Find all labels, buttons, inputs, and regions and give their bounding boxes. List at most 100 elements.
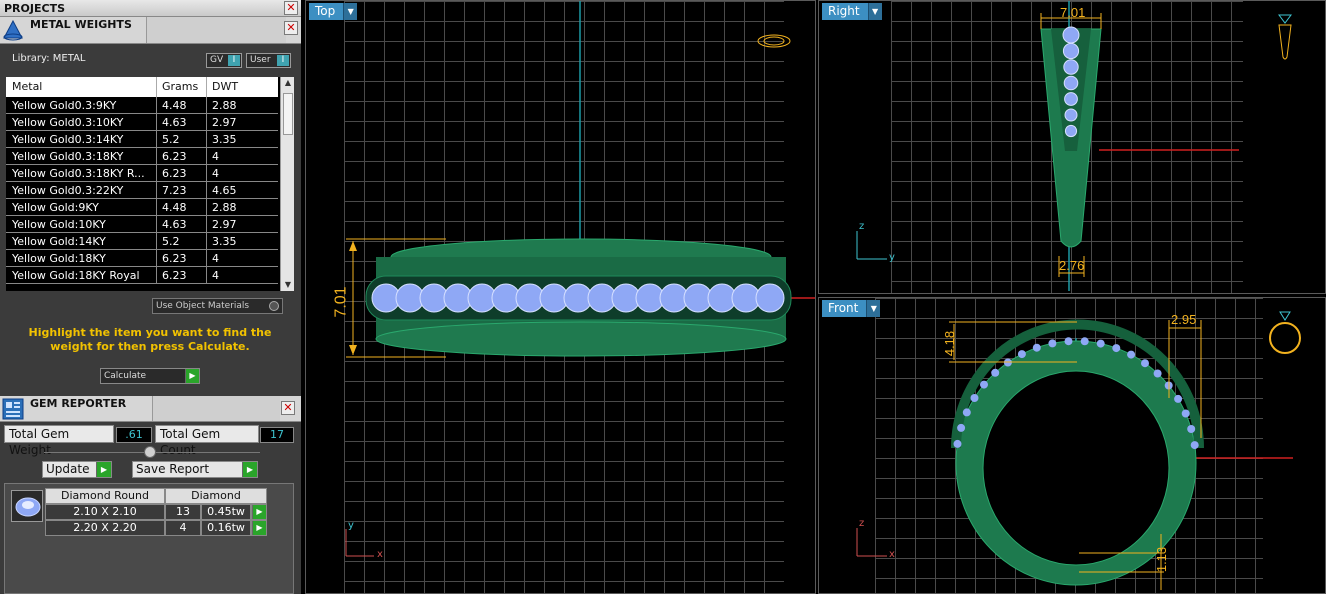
- close-metal-weights-button[interactable]: ✕: [284, 21, 298, 35]
- library-label: Library: METAL: [12, 53, 86, 64]
- gem-row-weight[interactable]: 0.45tw: [201, 504, 251, 520]
- metal-cell-dwt: 2.97: [212, 116, 237, 129]
- gem-list: Diamond Round Diamond 2.10 X 2.10 13 0.4…: [4, 483, 294, 594]
- viewport-top-selector[interactable]: Top ▼: [309, 3, 358, 20]
- gem: [1112, 344, 1121, 353]
- column-divider: [206, 77, 207, 97]
- calculate-label: Calculate: [104, 371, 147, 381]
- metal-cell-dwt: 4: [212, 269, 219, 282]
- toggle-knob-icon: I: [277, 55, 289, 66]
- total-gem-count-value: 17: [260, 427, 294, 443]
- metal-weights-title: METAL WEIGHTS: [30, 18, 132, 31]
- gem-row-weight[interactable]: 0.16tw: [201, 520, 251, 536]
- use-object-materials-option[interactable]: Use Object Materials: [152, 298, 283, 314]
- viewport-front-selector[interactable]: Front ▼: [822, 300, 881, 317]
- gem: [980, 380, 988, 389]
- metal-cell-dwt: 2.88: [212, 99, 237, 112]
- chevron-down-icon[interactable]: ▼: [866, 300, 881, 317]
- metal-row[interactable]: Yellow Gold0.3:22KY 7.23 4.65: [6, 182, 278, 199]
- close-gem-reporter-button[interactable]: ✕: [281, 401, 295, 415]
- gem-reporter-icon: [2, 398, 24, 420]
- column-divider: [206, 199, 207, 216]
- gem: [991, 368, 1000, 377]
- metal-row[interactable]: Yellow Gold:10KY 4.63 2.97: [6, 216, 278, 233]
- metal-cell-dwt: 4: [212, 252, 219, 265]
- chevron-down-icon[interactable]: ▼: [343, 3, 358, 20]
- column-dwt[interactable]: DWT: [212, 80, 238, 93]
- projects-title: PROJECTS: [4, 2, 65, 15]
- gem-reporter-title: GEM REPORTER: [30, 397, 127, 410]
- metal-cell-dwt: 2.97: [212, 218, 237, 231]
- metal-table-scrollbar[interactable]: ▲ ▼: [280, 77, 294, 291]
- viewport-right[interactable]: 7.01 2.76 z y Right ▼: [818, 0, 1326, 294]
- top-height-dimension: 7.01: [332, 286, 350, 318]
- metal-row[interactable]: Yellow Gold0.3:18KY R... 6.23 4: [6, 165, 278, 182]
- gem: [1127, 350, 1136, 359]
- update-button[interactable]: Update ▶: [42, 461, 112, 478]
- top-axis-y-label: y: [348, 520, 354, 531]
- gem: [1190, 441, 1199, 450]
- scroll-down-icon[interactable]: ▼: [281, 279, 294, 291]
- gem: [1181, 409, 1190, 418]
- column-divider: [156, 165, 157, 182]
- metal-row[interactable]: Yellow Gold0.3:9KY 4.48 2.88: [6, 97, 278, 114]
- chevron-down-icon[interactable]: ▼: [867, 3, 882, 20]
- gem-row-size[interactable]: 2.20 X 2.20: [45, 520, 165, 536]
- gv-label: GV: [210, 55, 224, 65]
- front-axis-z-label: z: [859, 518, 865, 529]
- right-axis-z-label: z: [859, 221, 865, 232]
- metal-cell-metal: Yellow Gold:14KY: [12, 235, 106, 248]
- gv-library-toggle[interactable]: GV I: [206, 53, 242, 68]
- metal-weights-header: METAL WEIGHTS ✕: [0, 17, 301, 44]
- gem: [1048, 339, 1057, 348]
- viewport-front[interactable]: 4.18 2.95 1.13 z x Front ▼: [818, 297, 1326, 594]
- right-top-dimension: 7.01: [1060, 5, 1086, 20]
- front-left-dimension: 4.18: [942, 330, 958, 357]
- calculate-button[interactable]: Calculate ▶: [100, 368, 200, 384]
- scroll-thumb[interactable]: [283, 93, 293, 135]
- viewport-right-selector[interactable]: Right ▼: [822, 3, 882, 20]
- metal-row[interactable]: Yellow Gold:18KY Royal 6.23 4: [6, 267, 278, 284]
- metal-table: Metal Grams DWT Yellow Gold0.3:9KY 4.48 2.…: [6, 77, 294, 291]
- metal-row[interactable]: Yellow Gold:18KY 6.23 4: [6, 250, 278, 267]
- save-report-button[interactable]: Save Report ▶: [132, 461, 258, 478]
- close-projects-button[interactable]: ✕: [284, 1, 298, 15]
- gem-row-count[interactable]: 4: [165, 520, 201, 536]
- gem: [1062, 42, 1080, 60]
- column-grams[interactable]: Grams: [162, 80, 198, 93]
- metal-row[interactable]: Yellow Gold0.3:18KY 6.23 4: [6, 148, 278, 165]
- column-metal[interactable]: Metal: [12, 80, 42, 93]
- right-bottom-dimension: 2.76: [1059, 258, 1085, 273]
- metal-row[interactable]: Yellow Gold:9KY 4.48 2.88: [6, 199, 278, 216]
- metal-cell-metal: Yellow Gold0.3:9KY: [12, 99, 117, 112]
- viewport-top[interactable]: 7.01 y x Top ▼: [305, 0, 816, 594]
- gem-row-expand-button[interactable]: ▶: [251, 504, 267, 520]
- column-divider: [156, 267, 157, 284]
- metal-cell-metal: Yellow Gold:9KY: [12, 201, 99, 214]
- gem: [1187, 425, 1196, 433]
- metal-cell-metal: Yellow Gold0.3:14KY: [12, 133, 124, 146]
- radio-icon[interactable]: [269, 301, 279, 311]
- metal-cell-grams: 4.63: [162, 116, 187, 129]
- metal-cell-grams: 4.48: [162, 201, 187, 214]
- gem-slider-handle[interactable]: [144, 446, 156, 458]
- column-divider: [156, 199, 157, 216]
- metal-weights-header-tab: [146, 17, 286, 43]
- scroll-up-icon[interactable]: ▲: [281, 77, 294, 89]
- column-divider: [206, 267, 207, 284]
- user-library-toggle[interactable]: User I: [246, 53, 291, 68]
- gem-row-size[interactable]: 2.10 X 2.10: [45, 504, 165, 520]
- right-view-model: [856, 1, 1292, 291]
- gem: [1064, 124, 1078, 138]
- column-divider: [156, 233, 157, 250]
- diamond-round-thumbnail: [11, 490, 43, 522]
- gem: [1062, 26, 1080, 44]
- metal-row[interactable]: Yellow Gold:14KY 5.2 3.35: [6, 233, 278, 250]
- column-divider: [156, 97, 157, 114]
- gem-row-count[interactable]: 13: [165, 504, 201, 520]
- left-panel: PROJECTS ✕ METAL WEIGHTS ✕ Library: META…: [0, 0, 301, 594]
- metal-row[interactable]: Yellow Gold0.3:10KY 4.63 2.97: [6, 114, 278, 131]
- column-divider: [156, 182, 157, 199]
- metal-row[interactable]: Yellow Gold0.3:14KY 5.2 3.35: [6, 131, 278, 148]
- gem-row-expand-button[interactable]: ▶: [251, 520, 267, 536]
